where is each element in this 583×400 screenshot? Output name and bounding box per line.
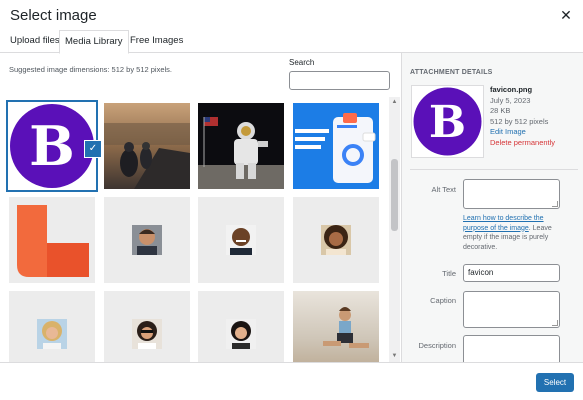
attachment-filename: favicon.png: [490, 85, 533, 94]
description-field[interactable]: [463, 335, 560, 362]
media-tabs: Upload files Media Library Free Images: [0, 30, 583, 54]
scroll-down-icon[interactable]: ▼: [391, 353, 398, 360]
attachment-woman-curly-hair-avatar[interactable]: [293, 197, 379, 283]
b-logo-preview-image: B: [413, 87, 482, 156]
woman-curly-hair-image: [293, 197, 379, 283]
search-label: Search: [289, 58, 315, 67]
title-label: Title: [442, 269, 456, 278]
select-button[interactable]: Select: [536, 373, 574, 392]
motorcycle-photo: [104, 103, 190, 189]
orange-l-logo-image: [9, 197, 95, 283]
svg-text:B: B: [429, 97, 466, 148]
attachment-filesize: 28 KB: [490, 106, 511, 115]
modal-header: Select image ✕: [0, 0, 583, 32]
attachment-details-title: ATTACHMENT DETAILS: [410, 69, 493, 76]
svg-text:B: B: [29, 114, 75, 178]
caption-label: Caption: [430, 296, 456, 305]
tab-upload-files[interactable]: Upload files: [5, 30, 65, 53]
app-mockup-image: [293, 103, 379, 189]
media-library-pane: Suggested image dimensions: 512 by 512 p…: [0, 53, 401, 362]
scroll-up-icon[interactable]: ▲: [391, 99, 398, 106]
woman-blonde-image: [9, 291, 95, 362]
modal-title: Select image: [10, 7, 97, 24]
search-input[interactable]: [289, 71, 390, 90]
attachment-motorcycle-road-photo[interactable]: [104, 103, 190, 189]
delete-permanently-link[interactable]: Delete permanently: [490, 138, 555, 149]
woman-sunglasses-image: [104, 291, 190, 362]
grid-scrollbar[interactable]: ▲ ▼: [389, 97, 400, 362]
alt-text-field[interactable]: [463, 179, 560, 209]
attachment-preview: B: [411, 85, 484, 158]
edit-image-link[interactable]: Edit Image: [490, 127, 555, 138]
woman-fitness-image: [293, 291, 379, 362]
tab-media-library[interactable]: Media Library: [59, 30, 129, 54]
resize-handle-icon[interactable]: [552, 320, 558, 326]
woman-dark-hair-image: [198, 291, 284, 362]
attachment-woman-sunglasses-avatar[interactable]: [104, 291, 190, 362]
tab-free-images[interactable]: Free Images: [125, 30, 188, 53]
close-icon[interactable]: ✕: [558, 7, 574, 23]
description-label: Description: [418, 341, 456, 350]
alt-text-help: Learn how to describe the purpose of the…: [463, 214, 567, 252]
title-value: favicon: [468, 268, 494, 277]
attachment-woman-dark-hair-avatar[interactable]: [198, 291, 284, 362]
attachment-app-mockup-screenshot[interactable]: [293, 103, 379, 189]
caption-field[interactable]: [463, 291, 560, 328]
attachment-dimensions: 512 by 512 pixels: [490, 116, 549, 126]
man-portrait-image: [104, 197, 190, 283]
attachment-orange-l-shape-logo[interactable]: [9, 197, 95, 283]
scrollbar-thumb[interactable]: [391, 159, 398, 231]
attachment-woman-fitness-beach-photo[interactable]: [293, 291, 379, 362]
b-logo-image: B: [10, 104, 94, 188]
attachment-man-portrait-avatar[interactable]: [104, 197, 190, 283]
suggested-dimensions-text: Suggested image dimensions: 512 by 512 p…: [9, 65, 173, 74]
alt-text-label: Alt Text: [431, 185, 456, 194]
modal-footer: Select: [0, 362, 583, 400]
man-smiling-image: [198, 197, 284, 283]
details-divider: [410, 169, 578, 170]
selected-checkmark-icon[interactable]: ✓: [84, 140, 102, 158]
attachment-details-sidebar: ATTACHMENT DETAILS B favicon.png July 5,…: [401, 53, 583, 362]
title-field[interactable]: favicon: [463, 264, 560, 282]
attachment-man-smiling-avatar[interactable]: [198, 197, 284, 283]
attachments-grid: B ✓: [0, 97, 389, 362]
resize-handle-icon[interactable]: [552, 201, 558, 207]
attachment-date: July 5, 2023: [490, 95, 531, 105]
astronaut-photo: [198, 103, 284, 189]
attachment-info: favicon.png July 5, 2023 28 KB 512 by 51…: [490, 85, 555, 148]
attachment-favicon-b-logo[interactable]: B: [9, 103, 95, 189]
attachment-astronaut-moon-photo[interactable]: [198, 103, 284, 189]
attachment-woman-blonde-avatar[interactable]: [9, 291, 95, 362]
